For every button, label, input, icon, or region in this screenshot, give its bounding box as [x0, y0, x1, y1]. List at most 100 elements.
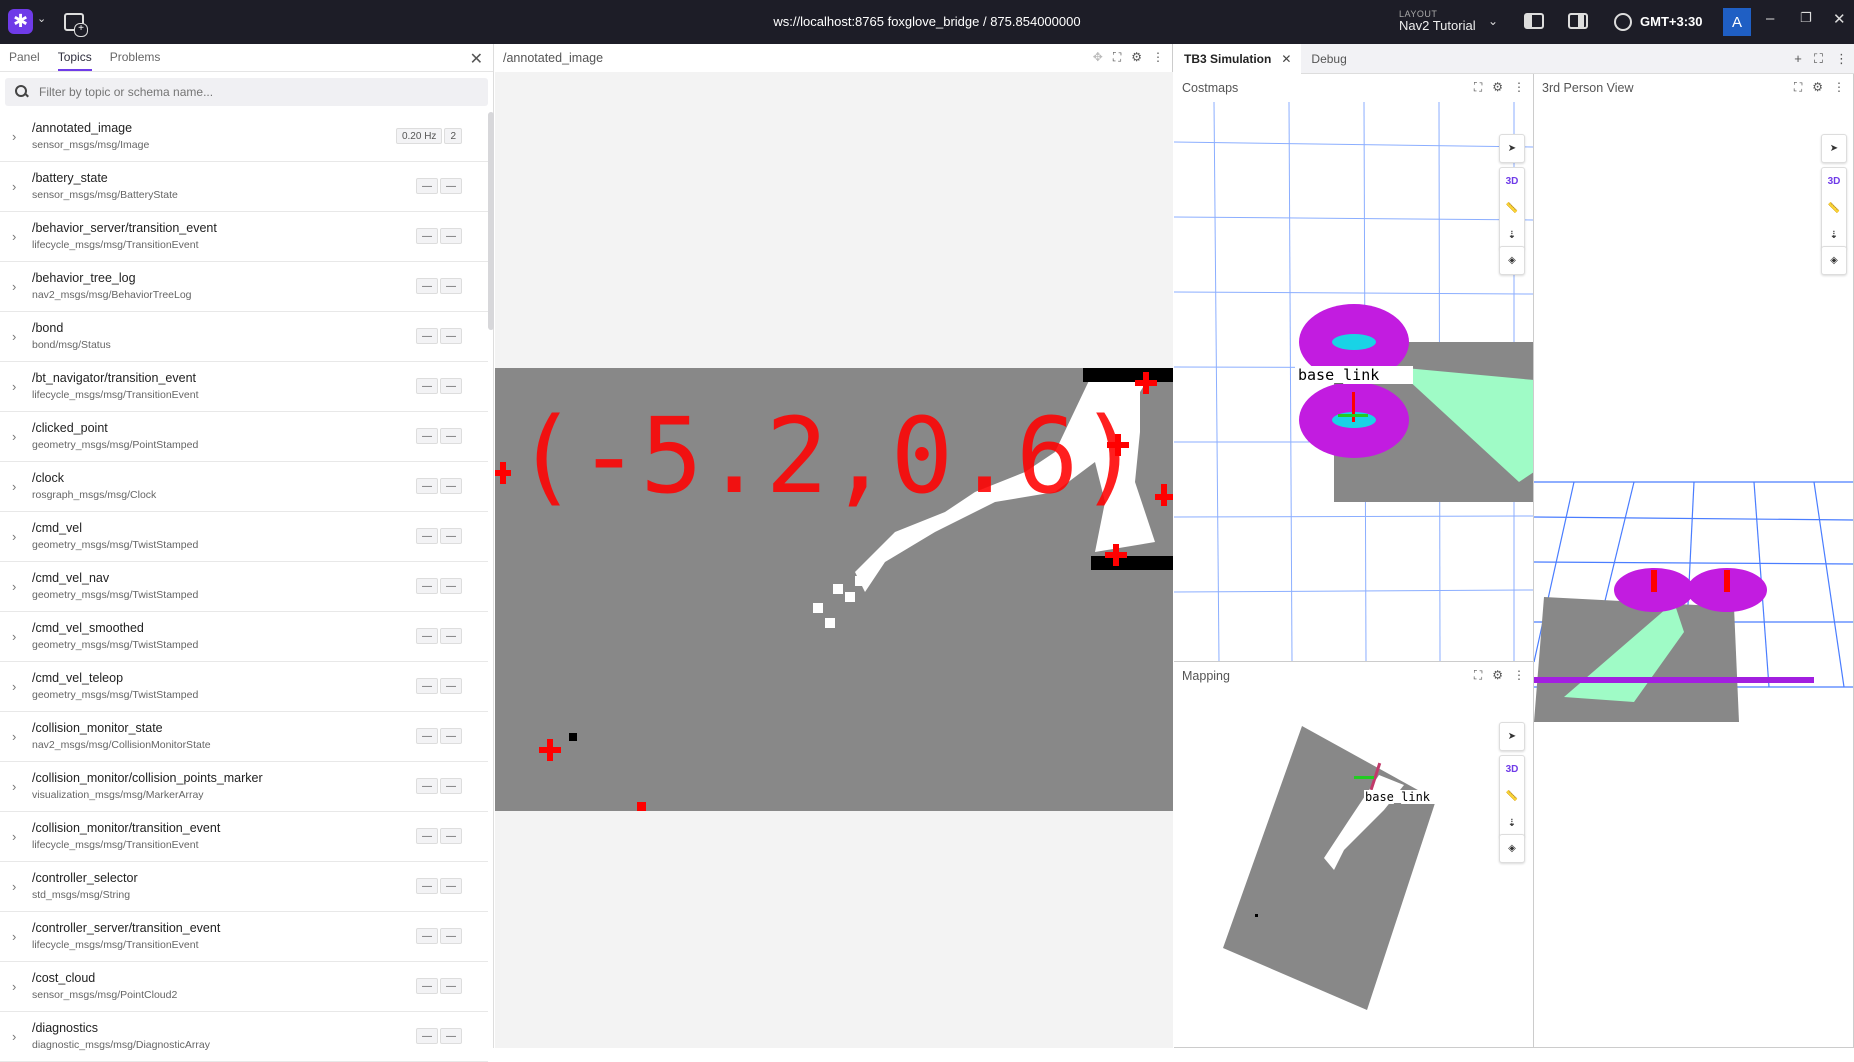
chevron-down-icon[interactable]: ⌄	[37, 12, 46, 25]
chevron-right-icon[interactable]: ›	[12, 179, 16, 194]
chevron-right-icon[interactable]: ›	[12, 579, 16, 594]
topic-row[interactable]: › /bond bond/msg/Status — —	[0, 312, 488, 362]
camera-center-icon[interactable]: ◈	[1822, 247, 1846, 274]
chevron-right-icon[interactable]: ›	[12, 379, 16, 394]
toggle-3d-button[interactable]: 3D	[1500, 168, 1524, 195]
fullscreen-icon[interactable]: ⛶	[1113, 50, 1121, 65]
publish-point-icon[interactable]: ⇣	[1822, 222, 1846, 249]
tab-problems[interactable]: Problems	[110, 50, 161, 71]
camera-center-icon[interactable]: ◈	[1500, 247, 1524, 274]
topic-row[interactable]: › /controller_selector std_msgs/msg/String…	[0, 862, 488, 912]
panel-title[interactable]: 3rd Person View	[1542, 81, 1634, 95]
more-icon[interactable]: ⋮	[1513, 80, 1525, 95]
tab-panel[interactable]: Panel	[9, 50, 40, 71]
close-icon[interactable]: ✕	[470, 49, 483, 69]
gear-icon[interactable]: ⚙	[1812, 80, 1823, 95]
tab-tb3-simulation[interactable]: TB3 Simulation ✕	[1174, 43, 1302, 74]
topic-row[interactable]: › /collision_monitor/transition_event life…	[0, 812, 488, 862]
topic-row[interactable]: › /behavior_tree_log nav2_msgs/msg/Behavio…	[0, 262, 488, 312]
topic-row[interactable]: › /cmd_vel_teleop geometry_msgs/msg/TwistS…	[0, 662, 488, 712]
gear-icon[interactable]: ⚙	[1492, 80, 1503, 95]
timezone-display[interactable]: GMT+3:30	[1640, 14, 1703, 29]
gear-icon[interactable]: ⚙	[1492, 668, 1503, 683]
mapping-3d-view[interactable]: base_link	[1174, 690, 1534, 1048]
topic-row[interactable]: › /battery_state sensor_msgs/msg/BatterySt…	[0, 162, 488, 212]
right-sidebar-icon[interactable]	[1568, 13, 1588, 29]
chevron-right-icon[interactable]: ›	[12, 679, 16, 694]
topic-row[interactable]: › /cmd_vel_smoothed geometry_msgs/msg/Twis…	[0, 612, 488, 662]
ruler-icon[interactable]: 📏	[1500, 783, 1524, 810]
select-tool-icon[interactable]: ➤	[1500, 723, 1524, 750]
topic-row[interactable]: › /cmd_vel geometry_msgs/msg/TwistStamped —…	[0, 512, 488, 562]
fullscreen-icon[interactable]: ⛶	[1794, 80, 1802, 95]
ruler-icon[interactable]: 📏	[1500, 195, 1524, 222]
add-panel-icon[interactable]	[64, 13, 88, 37]
chevron-right-icon[interactable]: ›	[12, 879, 16, 894]
chevron-right-icon[interactable]: ›	[12, 929, 16, 944]
image-canvas[interactable]: (-5.2,0.6)	[495, 72, 1173, 1048]
topic-row[interactable]: › /cost_cloud sensor_msgs/msg/PointCloud2 —…	[0, 962, 488, 1012]
toggle-3d-button[interactable]: 3D	[1500, 756, 1524, 783]
close-icon[interactable]: ✕	[1281, 52, 1291, 66]
topic-row[interactable]: › /collision_monitor_state nav2_msgs/msg/C…	[0, 712, 488, 762]
topic-row[interactable]: › /cmd_vel_nav geometry_msgs/msg/TwistStam…	[0, 562, 488, 612]
chevron-right-icon[interactable]: ›	[12, 329, 16, 344]
globe-icon[interactable]	[1614, 13, 1632, 31]
chevron-right-icon[interactable]: ›	[12, 1029, 16, 1044]
maximize-window-icon[interactable]: ❐	[1800, 10, 1812, 26]
fullscreen-icon[interactable]: ⛶	[1474, 668, 1482, 683]
scrollbar[interactable]	[488, 112, 494, 330]
drag-handle-icon[interactable]: ✥	[1093, 50, 1103, 65]
topic-row[interactable]: › /controller_server/transition_event life…	[0, 912, 488, 962]
topic-row[interactable]: › /annotated_image sensor_msgs/msg/Image 0.…	[0, 112, 488, 162]
costmaps-3d-view[interactable]: base_link	[1174, 102, 1534, 662]
topic-filter[interactable]	[5, 78, 488, 106]
chevron-right-icon[interactable]: ›	[12, 629, 16, 644]
third-person-3d-view[interactable]	[1534, 102, 1854, 1048]
chevron-down-icon[interactable]: ⌄	[1488, 14, 1498, 28]
panel-title[interactable]: /annotated_image	[503, 51, 603, 65]
topic-filter-input[interactable]	[39, 85, 479, 99]
toggle-3d-button[interactable]: 3D	[1822, 168, 1846, 195]
chevron-right-icon[interactable]: ›	[12, 229, 16, 244]
chevron-right-icon[interactable]: ›	[12, 979, 16, 994]
publish-point-icon[interactable]: ⇣	[1500, 222, 1524, 249]
select-tool-icon[interactable]: ➤	[1822, 135, 1846, 162]
chevron-right-icon[interactable]: ›	[12, 279, 16, 294]
tab-debug[interactable]: Debug	[1301, 44, 1356, 74]
chevron-right-icon[interactable]: ›	[12, 129, 16, 144]
more-icon[interactable]: ⋮	[1513, 668, 1525, 683]
more-icon[interactable]: ⋮	[1835, 51, 1848, 67]
topic-row[interactable]: › /diagnostics diagnostic_msgs/msg/Diagnos…	[0, 1012, 488, 1062]
fullscreen-icon[interactable]: ⛶	[1474, 80, 1482, 95]
camera-center-icon[interactable]: ◈	[1500, 835, 1524, 862]
add-tab-icon[interactable]: +	[1794, 51, 1802, 67]
minimize-window-icon[interactable]: –	[1766, 10, 1774, 27]
publish-point-icon[interactable]: ⇣	[1500, 810, 1524, 837]
chevron-right-icon[interactable]: ›	[12, 429, 16, 444]
more-icon[interactable]: ⋮	[1152, 50, 1164, 65]
select-tool-icon[interactable]: ➤	[1500, 135, 1524, 162]
topic-row[interactable]: › /behavior_server/transition_event lifecy…	[0, 212, 488, 262]
foxglove-logo-icon[interactable]: ✱	[8, 9, 33, 34]
chevron-right-icon[interactable]: ›	[12, 529, 16, 544]
gear-icon[interactable]: ⚙	[1131, 50, 1142, 65]
fullscreen-icon[interactable]: ⛶	[1814, 51, 1823, 67]
chevron-right-icon[interactable]: ›	[12, 829, 16, 844]
left-sidebar-icon[interactable]	[1524, 13, 1544, 29]
chevron-right-icon[interactable]: ›	[12, 729, 16, 744]
layout-selector[interactable]: LAYOUT Nav2 Tutorial	[1399, 8, 1476, 32]
panel-title[interactable]: Mapping	[1182, 669, 1230, 683]
chevron-right-icon[interactable]: ›	[12, 479, 16, 494]
close-window-icon[interactable]: ✕	[1833, 10, 1846, 28]
topic-row[interactable]: › /bt_navigator/transition_event lifecycle…	[0, 362, 488, 412]
topic-row[interactable]: › /clock rosgraph_msgs/msg/Clock — —	[0, 462, 488, 512]
more-icon[interactable]: ⋮	[1833, 80, 1845, 95]
panel-title[interactable]: Costmaps	[1182, 81, 1238, 95]
tab-topics[interactable]: Topics	[57, 50, 92, 71]
chevron-right-icon[interactable]: ›	[12, 779, 16, 794]
topic-row[interactable]: › /collision_monitor/collision_points_mar…	[0, 762, 488, 812]
ruler-icon[interactable]: 📏	[1822, 195, 1846, 222]
avatar[interactable]: A	[1723, 8, 1751, 36]
topic-row[interactable]: › /clicked_point geometry_msgs/msg/PointSt…	[0, 412, 488, 462]
